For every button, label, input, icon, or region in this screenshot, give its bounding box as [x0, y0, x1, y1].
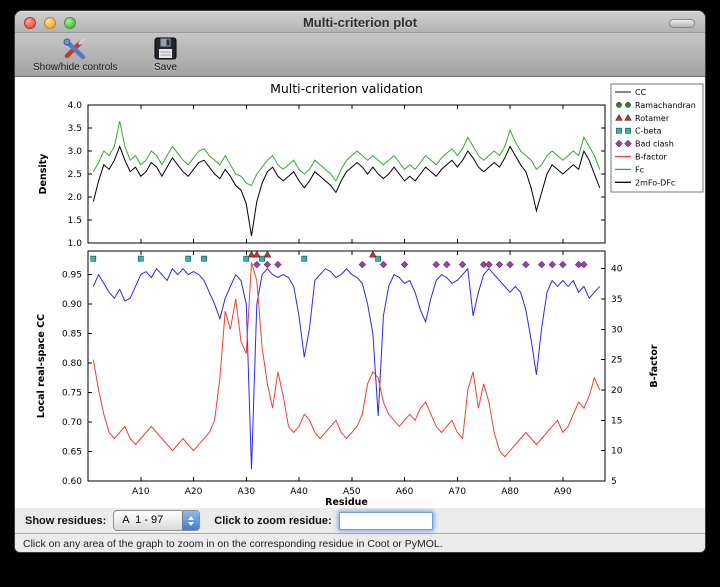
- svg-text:Multi-criterion validation: Multi-criterion validation: [270, 81, 423, 96]
- chart-legend: CC Ramachandran Rotamer C-beta Bad clash B-fa…: [611, 84, 703, 192]
- svg-text:25: 25: [611, 356, 622, 366]
- show-hide-controls-button[interactable]: Show/hide controls: [29, 35, 122, 74]
- svg-text:0.85: 0.85: [62, 330, 82, 340]
- titlebar[interactable]: Multi-criterion plot: [15, 11, 705, 33]
- svg-text:A50: A50: [343, 487, 361, 497]
- svg-text:4.0: 4.0: [68, 101, 83, 111]
- zoom-residue-label: Click to zoom residue:: [214, 515, 331, 527]
- svg-text:Local real-space CC: Local real-space CC: [36, 314, 47, 418]
- chevron-up-icon: [188, 516, 194, 520]
- svg-text:0.60: 0.60: [62, 477, 82, 487]
- svg-text:35: 35: [611, 295, 622, 305]
- svg-text:1.5: 1.5: [68, 216, 82, 226]
- window-title: Multi-criterion plot: [15, 15, 705, 30]
- svg-text:A80: A80: [501, 487, 519, 497]
- svg-text:B-factor: B-factor: [649, 344, 660, 387]
- svg-text:Ramachandran: Ramachandran: [635, 101, 696, 110]
- svg-text:2mFo-DFc: 2mFo-DFc: [635, 178, 675, 187]
- svg-text:CC: CC: [635, 88, 647, 97]
- svg-text:A60: A60: [396, 487, 414, 497]
- svg-text:B-factor: B-factor: [635, 153, 668, 162]
- svg-text:A10: A10: [132, 487, 150, 497]
- svg-text:3.0: 3.0: [68, 147, 83, 157]
- svg-text:A40: A40: [290, 487, 308, 497]
- save-button[interactable]: Save: [148, 35, 184, 74]
- svg-text:Residue: Residue: [325, 497, 368, 508]
- svg-text:3.5: 3.5: [68, 124, 82, 134]
- toolbar-item-label: Show/hide controls: [33, 62, 118, 73]
- svg-text:2.5: 2.5: [68, 170, 82, 180]
- bottom-controls-bar: Show residues: A 1 - 97 Click to zoom re…: [15, 508, 705, 534]
- svg-text:0.65: 0.65: [62, 448, 82, 458]
- svg-text:A30: A30: [237, 487, 255, 497]
- axes: [88, 105, 605, 481]
- status-bar: Click on any area of the graph to zoom i…: [15, 534, 705, 553]
- svg-text:0.90: 0.90: [62, 300, 82, 310]
- svg-text:0.80: 0.80: [62, 359, 82, 369]
- multi-criterion-plot-window: Multi-criterion plot Show/hide controls: [14, 10, 706, 553]
- svg-text:0.95: 0.95: [62, 271, 82, 281]
- svg-text:A20: A20: [185, 487, 203, 497]
- save-icon: [152, 36, 180, 62]
- svg-text:Fc: Fc: [635, 165, 644, 174]
- status-bar-text: Click on any area of the graph to zoom i…: [23, 538, 443, 550]
- svg-text:A90: A90: [554, 487, 572, 497]
- svg-text:A70: A70: [448, 487, 466, 497]
- desktop-background: Multi-criterion plot Show/hide controls: [0, 0, 720, 587]
- svg-text:30: 30: [611, 325, 623, 335]
- tools-icon: [61, 36, 89, 62]
- svg-text:Bad clash: Bad clash: [635, 140, 674, 149]
- svg-text:5: 5: [611, 477, 617, 487]
- toolbar: Show/hide controls Save: [15, 33, 705, 77]
- svg-text:2.0: 2.0: [68, 193, 83, 203]
- residue-range-dropdown[interactable]: A 1 - 97: [113, 510, 200, 531]
- svg-text:10: 10: [611, 447, 623, 457]
- svg-text:20: 20: [611, 386, 623, 396]
- svg-text:1.0: 1.0: [68, 239, 83, 249]
- svg-text:40: 40: [611, 265, 623, 275]
- svg-text:Rotamer: Rotamer: [635, 114, 670, 123]
- dropdown-stepper-icon: [182, 511, 199, 530]
- multi-criterion-validation-chart[interactable]: 1.0 1.5 2.0 2.5 3.0 3.5 4.0 0.60 0.65 0.70 0.75 0.8…: [15, 77, 706, 508]
- toolbar-item-label: Save: [154, 62, 177, 73]
- toolbar-toggle-button[interactable]: [669, 19, 695, 28]
- svg-text:0.75: 0.75: [62, 389, 82, 399]
- zoom-residue-input[interactable]: [339, 512, 433, 530]
- svg-text:Density: Density: [38, 153, 49, 195]
- svg-text:0.70: 0.70: [62, 418, 82, 428]
- chevron-down-icon: [188, 522, 194, 526]
- residue-range-value: A 1 - 97: [114, 511, 182, 530]
- svg-text:C-beta: C-beta: [635, 127, 662, 136]
- show-residues-label: Show residues:: [25, 515, 106, 527]
- plot-content-area: 1.0 1.5 2.0 2.5 3.0 3.5 4.0 0.60 0.65 0.70 0.75 0.8…: [15, 77, 705, 508]
- svg-text:15: 15: [611, 416, 622, 426]
